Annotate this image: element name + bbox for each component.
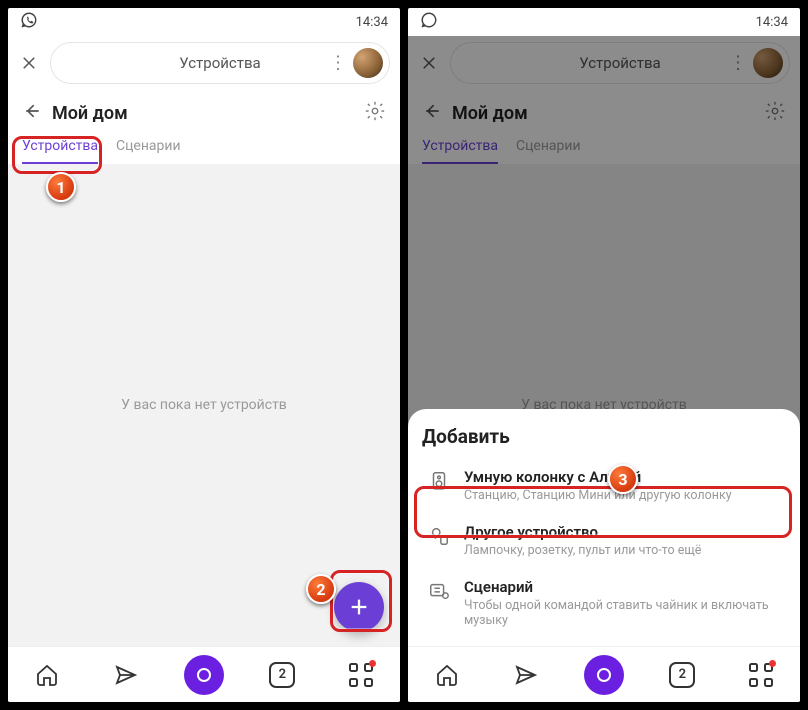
empty-message: У вас пока нет устройств: [121, 397, 287, 413]
speaker-icon: [426, 468, 452, 494]
whatsapp-icon: [20, 11, 38, 33]
tabs: Устройства Сценарии: [8, 130, 400, 164]
sheet-title: Добавить: [422, 425, 786, 448]
nav-home[interactable]: [427, 655, 467, 695]
status-time: 14:34: [356, 15, 388, 30]
tab-scenarios[interactable]: Сценарии: [116, 138, 181, 164]
page-title: Мой дом: [52, 103, 128, 124]
nav-home[interactable]: [27, 655, 67, 695]
back-icon[interactable]: [22, 101, 42, 125]
nav-alice[interactable]: [584, 655, 624, 695]
nav-tab-count: 2: [269, 662, 295, 688]
add-sheet: Добавить Умную колонку с Алисой Станцию,…: [408, 409, 800, 646]
whatsapp-icon: [420, 11, 438, 33]
sheet-item-scenario[interactable]: Сценарий Чтобы одной командой ставить ча…: [422, 568, 786, 638]
status-time: 14:34: [756, 15, 788, 30]
sheet-item-sub: Чтобы одной командой ставить чайник и вк…: [464, 598, 782, 628]
phone-left: 14:34 Устройства ⋮ Мой дом Устройства Сц…: [8, 8, 400, 702]
status-bar: 14:34: [8, 8, 400, 36]
search-pill[interactable]: Устройства ⋮: [50, 42, 390, 84]
nav-send[interactable]: [106, 655, 146, 695]
content-area: У вас пока нет устройств: [8, 164, 400, 646]
sheet-item-sub: Лампочку, розетку, пульт или что-то ещё: [464, 543, 701, 558]
sheet-item-sub: Станцию, Станцию Мини или другую колонку: [464, 488, 732, 503]
sheet-item-label: Другое устройство: [464, 523, 701, 541]
avatar[interactable]: [353, 48, 383, 78]
nav-services[interactable]: [741, 655, 781, 695]
bottom-nav: 2: [8, 646, 400, 702]
sheet-item-label: Сценарий: [464, 578, 782, 596]
sheet-item-other[interactable]: Другое устройство Лампочку, розетку, пул…: [422, 513, 786, 568]
gear-icon[interactable]: [364, 100, 386, 126]
bottom-nav: 2: [408, 646, 800, 702]
nav-tab-count: 2: [669, 662, 695, 688]
scenario-icon: [426, 578, 452, 604]
search-row: Устройства ⋮: [8, 36, 400, 90]
status-bar: 14:34: [408, 8, 800, 36]
search-title: Устройства: [179, 54, 260, 72]
nav-services[interactable]: [341, 655, 381, 695]
close-icon[interactable]: [18, 52, 40, 74]
sheet-item-speaker[interactable]: Умную колонку с Алисой Станцию, Станцию …: [422, 458, 786, 513]
nav-tabs[interactable]: 2: [262, 655, 302, 695]
bulb-icon: [426, 523, 452, 549]
phone-right: 14:34 Устройства ⋮ Мой дом: [408, 8, 800, 702]
nav-alice[interactable]: [184, 655, 224, 695]
nav-tabs[interactable]: 2: [662, 655, 702, 695]
nav-send[interactable]: [506, 655, 546, 695]
page-header: Мой дом: [8, 90, 400, 130]
sheet-item-label: Умную колонку с Алисой: [464, 468, 732, 486]
kebab-icon[interactable]: ⋮: [329, 53, 345, 74]
add-fab[interactable]: [334, 582, 384, 632]
tab-devices[interactable]: Устройства: [22, 138, 98, 164]
